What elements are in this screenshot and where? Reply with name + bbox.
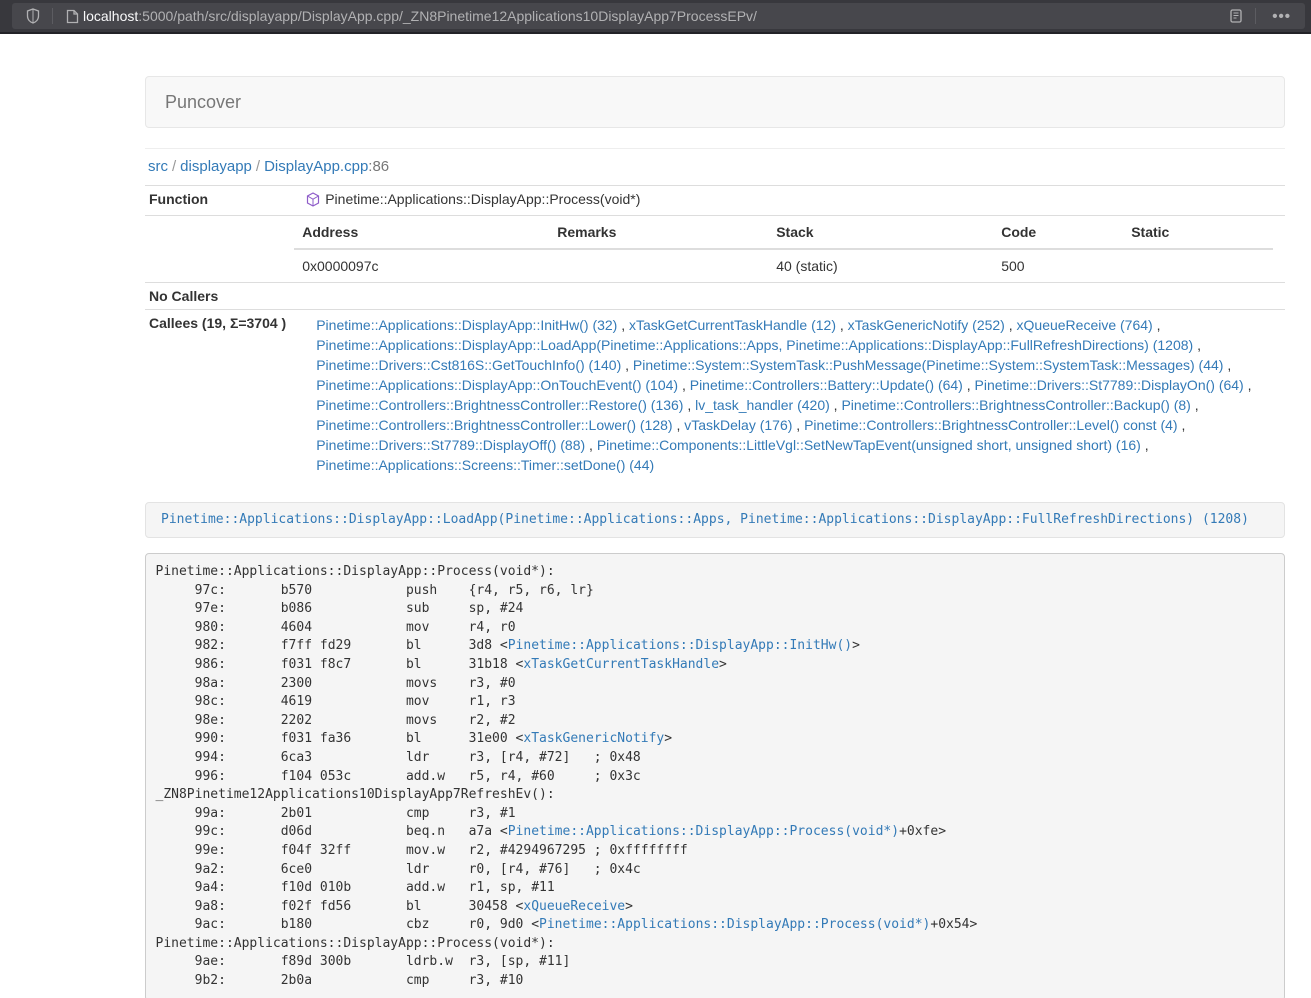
callee-separator: ,	[585, 437, 597, 453]
callee-link[interactable]: Pinetime::Controllers::BrightnessControl…	[841, 397, 1190, 413]
details-cell: Address Remarks Stack Code Static 0x0000…	[294, 216, 1285, 283]
callee-link[interactable]: xTaskGenericNotify (252)	[848, 317, 1005, 333]
callee-link[interactable]: Pinetime::Controllers::BrightnessControl…	[316, 417, 672, 433]
function-info-table: Function Pinetime::Applications::Display…	[145, 185, 1285, 480]
code-symbol-link[interactable]: Pinetime::Applications::DisplayApp::Proc…	[508, 824, 899, 839]
code-symbol-link[interactable]: Pinetime::Applications::DisplayApp::Init…	[508, 638, 852, 653]
callee-separator: ,	[617, 317, 629, 333]
col-header-remarks: Remarks	[549, 216, 768, 249]
detail-value-row: 0x0000097c 40 (static) 500	[294, 249, 1273, 282]
code-symbol-link[interactable]: Pinetime::Applications::DisplayApp::Proc…	[539, 917, 930, 932]
disassembly-code: Pinetime::Applications::DisplayApp::Proc…	[145, 553, 1285, 998]
symbol-cube-icon	[306, 192, 320, 210]
callees-label: Callees (19, Σ=3704 )	[145, 310, 294, 481]
divider-rule	[145, 148, 1285, 149]
callee-link[interactable]: Pinetime::System::SystemTask::PushMessag…	[633, 357, 1224, 373]
url-path: :5000/path/src/displayapp/DisplayApp.cpp…	[138, 8, 757, 24]
breadcrumb-separator: /	[252, 158, 264, 175]
breadcrumb-link-src[interactable]: src	[148, 158, 168, 175]
callees-list: Pinetime::Applications::DisplayApp::Init…	[294, 310, 1285, 481]
no-callers-label: No Callers	[145, 283, 294, 310]
callee-separator: ,	[1193, 337, 1201, 353]
callee-separator: ,	[683, 397, 695, 413]
shield-icon[interactable]	[22, 5, 44, 27]
static-value	[1123, 249, 1273, 282]
callee-separator: ,	[673, 417, 685, 433]
callee-separator: ,	[1244, 377, 1252, 393]
callee-link[interactable]: xQueueReceive (764)	[1017, 317, 1153, 333]
callee-separator: ,	[836, 317, 848, 333]
col-header-static: Static	[1123, 216, 1273, 249]
col-header-stack: Stack	[768, 216, 993, 249]
address-value: 0x0000097c	[294, 249, 549, 282]
callee-link[interactable]: Pinetime::Applications::DisplayApp::Init…	[316, 317, 617, 333]
code-symbol-link[interactable]: xQueueReceive	[523, 899, 625, 914]
callee-separator: ,	[1191, 397, 1199, 413]
table-row-function: Function Pinetime::Applications::Display…	[145, 186, 1285, 216]
callee-separator: ,	[678, 377, 690, 393]
address-url[interactable]: localhost:5000/path/src/displayapp/Displ…	[83, 8, 1225, 24]
breadcrumb: src/displayapp/DisplayApp.cpp:86	[148, 158, 1285, 175]
callee-link[interactable]: lv_task_handler (420)	[695, 397, 830, 413]
function-name-cell: Pinetime::Applications::DisplayApp::Proc…	[294, 186, 1285, 216]
page-info-icon[interactable]	[61, 5, 83, 27]
breadcrumb-link-displayapp[interactable]: displayapp	[180, 158, 252, 175]
callee-link[interactable]: Pinetime::Applications::Screens::Timer::…	[316, 457, 654, 473]
breadcrumb-line-number: :86	[368, 158, 389, 175]
callee-link[interactable]: xTaskGetCurrentTaskHandle (12)	[629, 317, 836, 333]
table-row-details: Address Remarks Stack Code Static 0x0000…	[145, 216, 1285, 283]
highlighted-symbol[interactable]: Pinetime::Applications::DisplayApp::Load…	[145, 502, 1285, 538]
code-symbol-link[interactable]: xTaskGenericNotify	[523, 731, 664, 746]
callee-separator: ,	[1153, 317, 1161, 333]
callee-link[interactable]: Pinetime::Drivers::St7789::DisplayOff() …	[316, 437, 585, 453]
callee-separator: ,	[1141, 437, 1149, 453]
col-header-address: Address	[294, 216, 549, 249]
table-row-callees: Callees (19, Σ=3704 ) Pinetime::Applicat…	[145, 310, 1285, 481]
table-row-no-callers: No Callers	[145, 283, 1285, 310]
callee-link[interactable]: Pinetime::Drivers::St7789::DisplayOn() (…	[975, 377, 1244, 393]
col-header-code: Code	[993, 216, 1123, 249]
callee-separator: ,	[792, 417, 804, 433]
function-label: Function	[145, 186, 294, 216]
breadcrumb-link-file[interactable]: DisplayApp.cpp	[264, 158, 368, 175]
stack-value: 40 (static)	[768, 249, 993, 282]
callee-separator: ,	[963, 377, 975, 393]
urlbar-divider-right	[1255, 8, 1256, 24]
callee-link[interactable]: Pinetime::Controllers::BrightnessControl…	[804, 417, 1177, 433]
callee-link[interactable]: Pinetime::Applications::DisplayApp::Load…	[316, 337, 1193, 353]
breadcrumb-separator: /	[168, 158, 180, 175]
callee-link[interactable]: Pinetime::Drivers::Cst816S::GetTouchInfo…	[316, 357, 621, 373]
function-name: Pinetime::Applications::DisplayApp::Proc…	[325, 191, 640, 207]
reader-mode-icon[interactable]	[1225, 5, 1247, 27]
callee-separator: ,	[1005, 317, 1017, 333]
callee-link[interactable]: vTaskDelay (176)	[684, 417, 792, 433]
callee-link[interactable]: Pinetime::Controllers::BrightnessControl…	[316, 397, 683, 413]
callers-cell	[294, 283, 1285, 310]
app-brand[interactable]: Puncover	[146, 92, 256, 113]
callee-separator: ,	[1178, 417, 1186, 433]
callee-separator: ,	[621, 357, 633, 373]
detail-table: Address Remarks Stack Code Static 0x0000…	[294, 216, 1273, 282]
browser-toolbar: localhost:5000/path/src/displayapp/Displ…	[0, 0, 1311, 34]
detail-header-row: Address Remarks Stack Code Static	[294, 216, 1273, 249]
page-container: Puncover src/displayapp/DisplayApp.cpp:8…	[145, 34, 1285, 998]
url-bar[interactable]: localhost:5000/path/src/displayapp/Displ…	[12, 3, 1305, 29]
urlbar-divider	[52, 8, 53, 24]
page-actions-icon[interactable]: •••	[1264, 8, 1299, 25]
callee-separator: ,	[830, 397, 842, 413]
app-navbar: Puncover	[145, 76, 1285, 128]
callee-link[interactable]: Pinetime::Applications::DisplayApp::OnTo…	[316, 377, 678, 393]
url-host: localhost	[83, 8, 138, 24]
callee-separator: ,	[1223, 357, 1231, 373]
remarks-value	[549, 249, 768, 282]
callee-link[interactable]: Pinetime::Components::LittleVgl::SetNewT…	[597, 437, 1141, 453]
callee-link[interactable]: Pinetime::Controllers::Battery::Update()…	[690, 377, 963, 393]
code-size-value: 500	[993, 249, 1123, 282]
code-symbol-link[interactable]: xTaskGetCurrentTaskHandle	[523, 657, 719, 672]
